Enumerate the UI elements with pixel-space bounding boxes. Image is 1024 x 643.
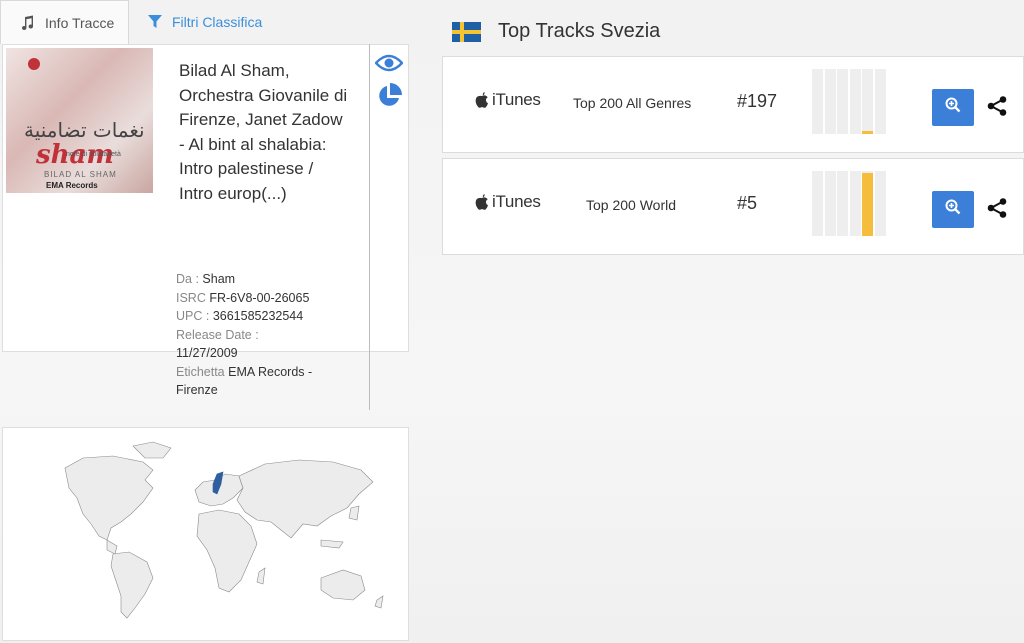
- tab-bar: Info Tracce Filtri Classifica: [0, 0, 410, 44]
- apple-icon: [475, 92, 489, 108]
- cover-subtitle: note di solidarietà: [66, 151, 121, 158]
- page-title: Top Tracks Svezia: [498, 20, 661, 42]
- history-bar-fill: [862, 131, 873, 134]
- meta-release-value: 11/27/2009: [176, 346, 238, 360]
- history-bar-slot: [812, 69, 823, 134]
- meta-label: Etichetta EMA Records - Firenze: [176, 364, 313, 398]
- chart-name: Top 200 All Genres: [573, 95, 692, 111]
- cover-bilad-text: BILAD AL SHAM: [44, 170, 117, 179]
- history-bar-fill: [862, 173, 873, 236]
- page-header: Top Tracks Svezia: [452, 20, 660, 43]
- rank-history-bars: [812, 69, 900, 134]
- platform-label: iTunes: [492, 90, 541, 109]
- album-cover: نغمات تضامنية sham note di solidarietà B…: [6, 48, 153, 193]
- side-divider: [369, 44, 370, 410]
- rank-history-bars: [812, 171, 900, 236]
- history-bar-slot: [849, 171, 861, 236]
- chart-row-all-genres: iTunes Top 200 All Genres #197: [442, 56, 1024, 153]
- meta-upc-value: 3661585232544: [212, 309, 304, 323]
- cover-logo: [28, 58, 40, 70]
- history-bar-slot: [874, 171, 886, 236]
- sweden-flag-icon: [452, 21, 481, 42]
- chart-name: Top 200 World: [586, 197, 677, 213]
- meta-isrc-value: FR-6V8-00-26065: [209, 290, 310, 305]
- history-bar-slot: [812, 171, 823, 236]
- cover-arabic-text: نغمات تضامنية: [24, 118, 145, 142]
- meta-upc: UPC : 3661585232544: [176, 309, 304, 323]
- share-icon[interactable]: [986, 95, 1008, 117]
- tab-filtri-classifica[interactable]: Filtri Classifica: [148, 0, 262, 44]
- music-note-icon: [19, 15, 35, 31]
- history-bar-slot: [849, 69, 861, 134]
- history-bar-slot: [837, 171, 848, 236]
- chart-rank: #197: [737, 91, 778, 111]
- meta-isrc: ISRC FR-6V8-00-26065: [176, 290, 310, 305]
- platform-label: iTunes: [492, 192, 541, 211]
- cover-ema-text: EMA Records: [46, 181, 98, 190]
- track-title: Bilad Al Sham, Orchestra Giovanile di Fi…: [179, 61, 348, 203]
- meta-da: Da : Sham: [176, 272, 236, 286]
- history-bar-slot: [862, 171, 873, 236]
- itunes-logo: iTunes: [475, 90, 541, 110]
- track-meta: Da : Sham ISRC FR-6V8-00-26065 UPC : 366…: [176, 270, 351, 400]
- filter-icon: [148, 15, 162, 29]
- chart-rank: #5: [737, 193, 758, 213]
- history-bar-slot: [837, 69, 848, 134]
- meta-release: Release Date :: [176, 327, 259, 342]
- zoom-in-icon: [945, 199, 961, 220]
- zoom-button[interactable]: [932, 191, 974, 228]
- share-icon[interactable]: [986, 197, 1008, 219]
- history-bar-slot: [824, 171, 836, 236]
- world-map[interactable]: [3, 428, 408, 640]
- zoom-in-icon: [945, 97, 961, 118]
- zoom-button[interactable]: [932, 89, 974, 126]
- tab-info-tracce[interactable]: Info Tracce: [0, 0, 129, 44]
- eye-icon[interactable]: [375, 49, 403, 77]
- apple-icon: [475, 194, 489, 210]
- history-bar-slot: [824, 69, 836, 134]
- meta-da-value: Sham: [202, 272, 236, 286]
- history-bar-slot: [874, 69, 886, 134]
- tab-info-label: Info Tracce: [45, 14, 115, 31]
- world-map-card: [2, 427, 409, 641]
- chart-row-world: iTunes Top 200 World #5: [442, 158, 1024, 255]
- history-bar-slot: [862, 69, 873, 134]
- itunes-logo: iTunes: [475, 192, 541, 212]
- tab-filter-label: Filtri Classifica: [172, 14, 263, 30]
- pie-chart-icon[interactable]: [375, 82, 403, 110]
